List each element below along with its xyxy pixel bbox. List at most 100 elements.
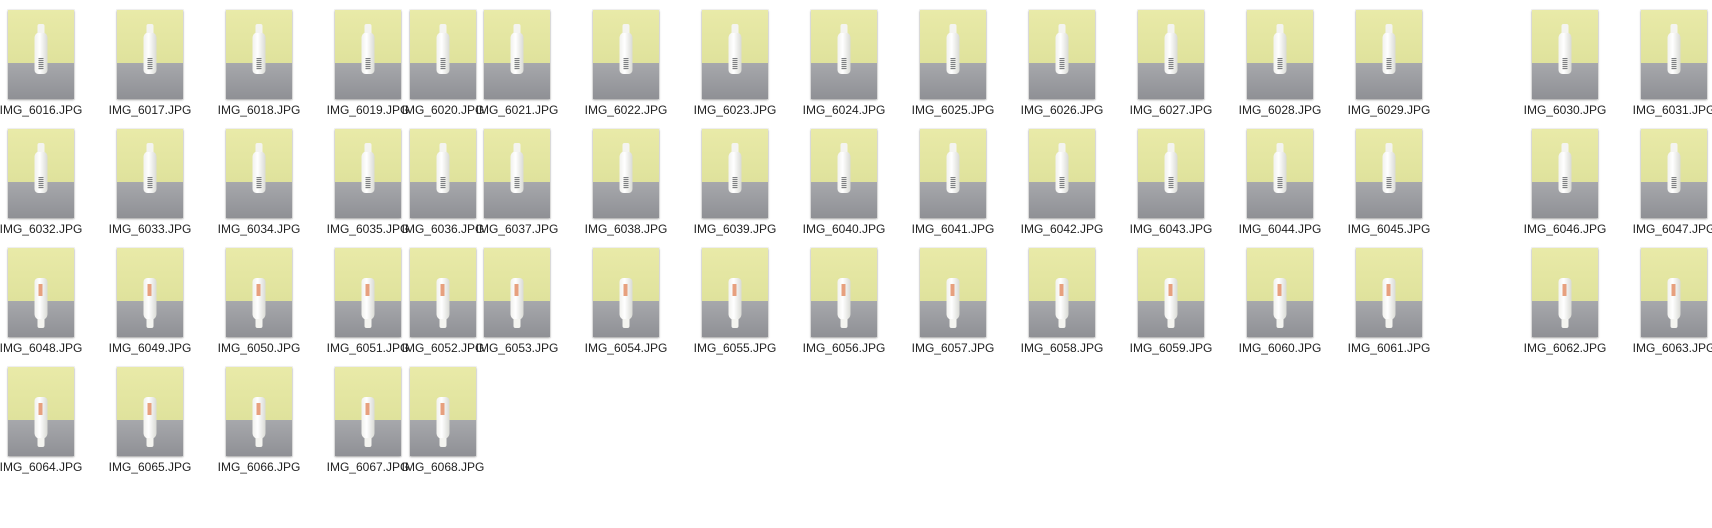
image-thumbnail [811,248,877,337]
file-item[interactable]: IMG_6018.JPG [218,10,328,129]
file-item[interactable]: IMG_6044.JPG [1239,129,1349,248]
file-name: IMG_6024.JPG [802,103,886,117]
file-name: IMG_6017.JPG [108,103,192,117]
image-thumbnail [593,10,659,99]
file-name: IMG_6043.JPG [1129,222,1213,236]
file-item[interactable]: IMG_6016.JPG [0,10,110,129]
image-thumbnail [920,10,986,99]
file-name: IMG_6031.JPG [1632,103,1712,117]
image-thumbnail [8,129,74,218]
file-name: IMG_6021.JPG [475,103,559,117]
file-name: IMG_6065.JPG [108,460,192,474]
file-item[interactable]: IMG_6061.JPG [1348,248,1458,367]
file-name: IMG_6027.JPG [1129,103,1213,117]
file-item[interactable]: IMG_6066.JPG [218,367,328,486]
file-item[interactable]: IMG_6039.JPG [694,129,804,248]
image-thumbnail [1356,10,1422,99]
file-item[interactable]: IMG_6038.JPG [585,129,695,248]
file-item[interactable]: IMG_6023.JPG [694,10,804,129]
file-item[interactable]: IMG_6032.JPG [0,129,110,248]
file-item[interactable]: IMG_6048.JPG [0,248,110,367]
file-name: IMG_6068.JPG [401,460,485,474]
file-item[interactable]: IMG_6037.JPG [476,129,586,248]
file-item[interactable]: IMG_6027.JPG [1130,10,1240,129]
file-name: IMG_6037.JPG [475,222,559,236]
file-name: IMG_6034.JPG [217,222,301,236]
file-name: IMG_6063.JPG [1632,341,1712,355]
image-thumbnail [484,10,550,99]
file-name: IMG_6064.JPG [0,460,83,474]
file-name: IMG_6030.JPG [1523,103,1607,117]
image-thumbnail [1138,10,1204,99]
file-item[interactable]: IMG_6062.JPG [1524,248,1634,367]
file-item[interactable]: IMG_6060.JPG [1239,248,1349,367]
image-thumbnail [920,129,986,218]
image-thumbnail [226,248,292,337]
file-name: IMG_6056.JPG [802,341,886,355]
file-item[interactable]: IMG_6030.JPG [1524,10,1634,129]
file-name: IMG_6041.JPG [911,222,995,236]
image-thumbnail [117,248,183,337]
image-thumbnail [1356,248,1422,337]
file-item[interactable]: IMG_6017.JPG [109,10,219,129]
file-name: IMG_6040.JPG [802,222,886,236]
image-thumbnail [1532,248,1598,337]
image-thumbnail [593,129,659,218]
image-thumbnail [335,10,401,99]
file-name: IMG_6045.JPG [1347,222,1431,236]
file-item[interactable]: IMG_6050.JPG [218,248,328,367]
file-name: IMG_6060.JPG [1238,341,1322,355]
file-item[interactable]: IMG_6042.JPG [1021,129,1131,248]
image-thumbnail [1029,248,1095,337]
file-name: IMG_6026.JPG [1020,103,1104,117]
file-name: IMG_6053.JPG [475,341,559,355]
file-name: IMG_6032.JPG [0,222,83,236]
file-item[interactable]: IMG_6064.JPG [0,367,110,486]
file-item[interactable]: IMG_6053.JPG [476,248,586,367]
file-item[interactable]: IMG_6065.JPG [109,367,219,486]
image-thumbnail [335,129,401,218]
file-item[interactable]: IMG_6022.JPG [585,10,695,129]
file-item[interactable]: IMG_6058.JPG [1021,248,1131,367]
file-item[interactable]: IMG_6041.JPG [912,129,1022,248]
file-item[interactable]: IMG_6034.JPG [218,129,328,248]
file-item[interactable]: IMG_6057.JPG [912,248,1022,367]
file-item[interactable]: IMG_6021.JPG [476,10,586,129]
file-item[interactable]: IMG_6043.JPG [1130,129,1240,248]
image-thumbnail [8,10,74,99]
file-item[interactable]: IMG_6026.JPG [1021,10,1131,129]
file-item[interactable]: IMG_6054.JPG [585,248,695,367]
image-thumbnail [410,129,476,218]
image-thumbnail [8,367,74,456]
file-name: IMG_6062.JPG [1523,341,1607,355]
file-name: IMG_6033.JPG [108,222,192,236]
file-item[interactable]: IMG_6031.JPG [1633,10,1712,129]
file-item[interactable]: IMG_6059.JPG [1130,248,1240,367]
image-thumbnail [335,248,401,337]
file-item[interactable]: IMG_6063.JPG [1633,248,1712,367]
file-name: IMG_6054.JPG [584,341,668,355]
file-name: IMG_6016.JPG [0,103,83,117]
file-item[interactable]: IMG_6046.JPG [1524,129,1634,248]
file-item[interactable]: IMG_6047.JPG [1633,129,1712,248]
file-name: IMG_6057.JPG [911,341,995,355]
file-item[interactable]: IMG_6040.JPG [803,129,913,248]
image-thumbnail [811,129,877,218]
file-item[interactable]: IMG_6055.JPG [694,248,804,367]
file-name: IMG_6047.JPG [1632,222,1712,236]
file-item[interactable]: IMG_6028.JPG [1239,10,1349,129]
file-item[interactable]: IMG_6045.JPG [1348,129,1458,248]
image-thumbnail [484,248,550,337]
file-name: IMG_6049.JPG [108,341,192,355]
image-thumbnail [1029,10,1095,99]
image-thumbnail [1247,248,1313,337]
image-thumbnail [702,10,768,99]
file-item[interactable]: IMG_6056.JPG [803,248,913,367]
file-item[interactable]: IMG_6033.JPG [109,129,219,248]
file-item[interactable]: IMG_6024.JPG [803,10,913,129]
file-item[interactable]: IMG_6068.JPG [402,367,512,486]
image-thumbnail [117,367,183,456]
file-item[interactable]: IMG_6029.JPG [1348,10,1458,129]
file-item[interactable]: IMG_6025.JPG [912,10,1022,129]
file-item[interactable]: IMG_6049.JPG [109,248,219,367]
